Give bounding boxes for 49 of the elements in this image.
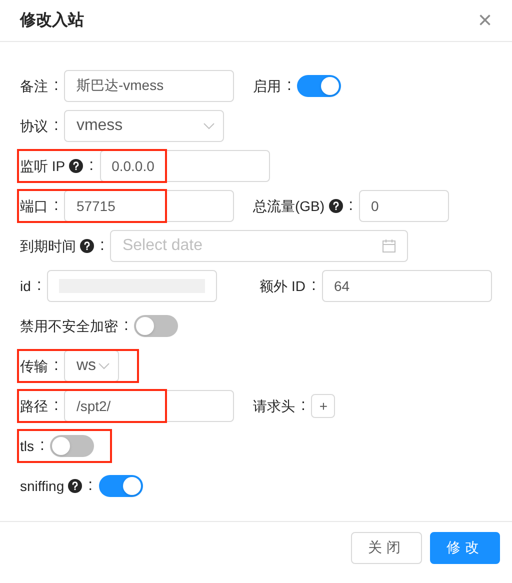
label-colon: : <box>287 76 292 96</box>
field-label: 传输 <box>20 356 48 376</box>
label-colon: : <box>54 196 58 216</box>
label-colon: : <box>88 476 93 496</box>
add-button[interactable]: + <box>311 394 336 418</box>
cancel-button[interactable]: 关闭 <box>351 532 422 564</box>
calendar-icon <box>382 239 396 253</box>
label-colon: : <box>54 76 58 96</box>
label-colon: : <box>36 276 42 296</box>
label-colon: : <box>89 156 94 176</box>
field-label: 启用 <box>253 76 281 96</box>
field-label: 到期时间 <box>20 236 76 256</box>
toggle-switch[interactable] <box>134 315 178 337</box>
label-colon: : <box>348 196 354 216</box>
label-colon: : <box>54 116 58 136</box>
field-label: 额外 ID <box>260 276 306 296</box>
field-label: id <box>20 276 31 296</box>
chevron-down-icon <box>203 122 216 130</box>
label-colon: : <box>312 276 316 296</box>
select-field[interactable]: ws <box>64 350 120 382</box>
toggle-switch[interactable] <box>50 435 94 457</box>
field-label: 监听 IP <box>20 156 66 176</box>
field-label: sniffing <box>20 476 64 496</box>
text-field[interactable]: 0 <box>359 190 450 222</box>
text-field[interactable]: 0.0.0.0 <box>100 150 270 182</box>
dialog-title: 修改入站 <box>20 10 84 30</box>
field-label: 协议 <box>20 116 48 136</box>
text-field[interactable]: 57715 <box>64 190 234 222</box>
label-colon: : <box>100 236 104 256</box>
field-label: 备注 <box>20 76 48 96</box>
field-label: 禁用不安全加密 <box>20 316 118 336</box>
label-colon: : <box>54 356 58 376</box>
label-colon: : <box>124 316 128 336</box>
text-field[interactable]: 斯巴达-vmess <box>64 70 234 102</box>
select-field[interactable]: vmess <box>64 110 224 142</box>
field-label: 路径 <box>20 396 48 416</box>
label-colon: : <box>40 436 44 456</box>
field-label: 总流量(GB) <box>253 196 325 216</box>
label-colon: : <box>301 396 306 416</box>
chevron-down-icon <box>98 362 110 370</box>
label-colon: : <box>54 396 58 416</box>
field-label: tls <box>20 436 34 456</box>
field-label: 端口 <box>20 196 48 216</box>
text-field[interactable]: 64 <box>322 270 492 302</box>
input-field[interactable] <box>47 270 218 302</box>
text-field[interactable]: /spt2/ <box>64 390 234 422</box>
field-label: 请求头 <box>253 396 295 416</box>
toggle-switch[interactable] <box>98 475 143 497</box>
toggle-switch[interactable] <box>297 75 342 97</box>
